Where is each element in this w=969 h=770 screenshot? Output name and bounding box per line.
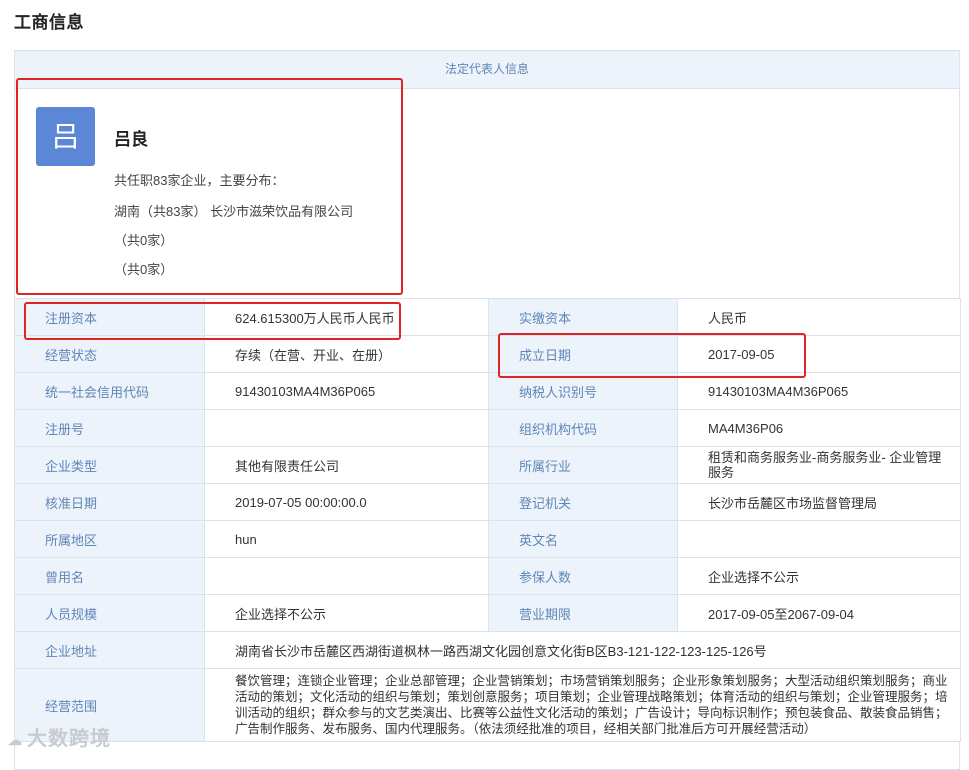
- highlight-box-registered-capital: [24, 302, 401, 340]
- status-value: 存续（在营、开业、在册）: [204, 335, 489, 373]
- field-label: 核准日期: [14, 483, 205, 521]
- field-label: 统一社会信用代码: [14, 372, 205, 410]
- company-type-value: 其他有限责任公司: [204, 446, 489, 484]
- paid-capital-value: 人民币: [677, 298, 961, 336]
- insured-count-value: 企业选择不公示: [677, 557, 961, 595]
- field-label: 实缴资本: [488, 298, 678, 336]
- table-row: 曾用名 参保人数 企业选择不公示: [14, 557, 961, 595]
- business-term-value: 2017-09-05至2067-09-04: [677, 594, 961, 632]
- table-row: 企业类型 其他有限责任公司 所属行业 租赁和商务服务业-商务服务业- 企业管理服…: [14, 446, 961, 484]
- field-label: 组织机构代码: [488, 409, 678, 447]
- taxpayer-id-value: 91430103MA4M36P065: [677, 372, 961, 410]
- table-row: 人员规模 企业选择不公示 营业期限 2017-09-05至2067-09-04: [14, 594, 961, 632]
- industry-value: 租赁和商务服务业-商务服务业- 企业管理服务: [677, 446, 961, 484]
- credit-code-value: 91430103MA4M36P065: [204, 372, 489, 410]
- field-label: 营业期限: [488, 594, 678, 632]
- field-label: 英文名: [488, 520, 678, 558]
- field-label: 经营状态: [14, 335, 205, 373]
- highlight-box-legal-rep: [16, 78, 403, 295]
- registration-number-value: [204, 409, 489, 447]
- field-label: 注册号: [14, 409, 205, 447]
- business-scope-value: 餐饮管理；连锁企业管理；企业总部管理；企业营销策划；市场营销策划服务；企业形象策…: [204, 668, 961, 742]
- business-info-table: 注册资本 624.615300万人民币人民币 实缴资本 人民币 经营状态 存续（…: [14, 298, 961, 742]
- table-row: 核准日期 2019-07-05 00:00:00.0 登记机关 长沙市岳麓区市场…: [14, 483, 961, 521]
- highlight-box-founded-date: [498, 333, 806, 378]
- watermark: ☁ 大数跨境: [8, 728, 111, 750]
- table-row: 统一社会信用代码 91430103MA4M36P065 纳税人识别号 91430…: [14, 372, 961, 410]
- field-label: 人员规模: [14, 594, 205, 632]
- approval-date-value: 2019-07-05 00:00:00.0: [204, 483, 489, 521]
- field-label: 参保人数: [488, 557, 678, 595]
- former-name-value: [204, 557, 489, 595]
- english-name-value: [677, 520, 961, 558]
- address-value: 湖南省长沙市岳麓区西湖街道枫林一路西湖文化园创意文化街B区B3-121-122-…: [204, 631, 961, 669]
- field-label: 曾用名: [14, 557, 205, 595]
- table-row: 所属地区 hun 英文名: [14, 520, 961, 558]
- page-title: 工商信息: [14, 13, 84, 32]
- field-label: 所属行业: [488, 446, 678, 484]
- field-label: 企业类型: [14, 446, 205, 484]
- table-row: 经营范围 餐饮管理；连锁企业管理；企业总部管理；企业营销策划；市场营销策划服务；…: [14, 668, 961, 742]
- table-row: 经营状态 存续（在营、开业、在册） 成立日期 2017-09-05: [14, 335, 961, 373]
- field-label: 登记机关: [488, 483, 678, 521]
- table-row: 注册号 组织机构代码 MA4M36P06: [14, 409, 961, 447]
- field-label: 所属地区: [14, 520, 205, 558]
- cloud-logo-icon: ☁: [8, 732, 23, 748]
- region-value: hun: [204, 520, 489, 558]
- registration-authority-value: 长沙市岳麓区市场监督管理局: [677, 483, 961, 521]
- field-label: 企业地址: [14, 631, 205, 669]
- field-label: 纳税人识别号: [488, 372, 678, 410]
- org-code-value: MA4M36P06: [677, 409, 961, 447]
- staff-size-value: 企业选择不公示: [204, 594, 489, 632]
- table-row: 企业地址 湖南省长沙市岳麓区西湖街道枫林一路西湖文化园创意文化街B区B3-121…: [14, 631, 961, 669]
